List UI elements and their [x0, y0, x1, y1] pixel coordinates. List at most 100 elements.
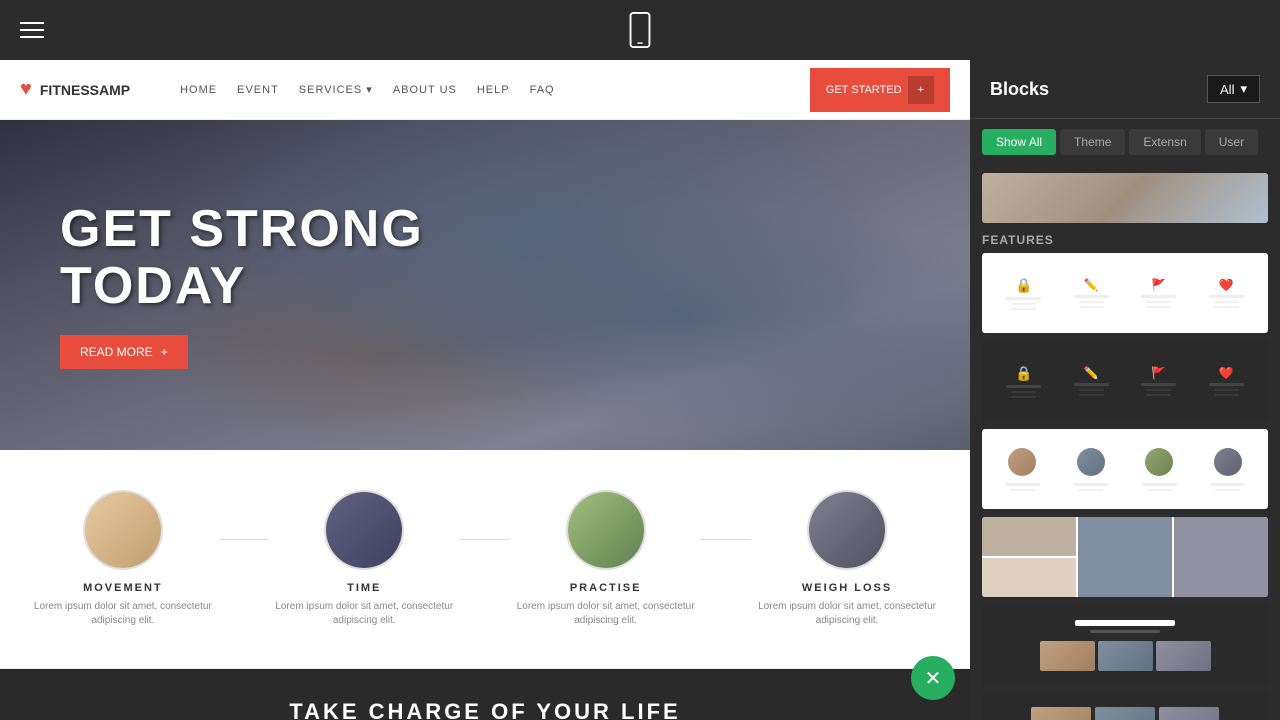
- panel-title: Blocks: [990, 79, 1049, 100]
- nav-event[interactable]: EVENT: [237, 84, 279, 96]
- bc-dark-line-4: [1209, 383, 1244, 386]
- top-block-image[interactable]: [982, 173, 1268, 223]
- bc-line-sm-3: [1079, 301, 1104, 303]
- hero-title-line1: GET STRONG: [60, 201, 424, 258]
- bc-line-sm-1: [1011, 303, 1036, 305]
- bc-takeover-small-3: [1156, 641, 1211, 671]
- tab-show-all[interactable]: Show All: [982, 129, 1056, 155]
- bc-dark-col-3: 🚩: [1141, 366, 1176, 396]
- bc-person-1: [1008, 448, 1036, 476]
- top-bar: [0, 0, 1280, 60]
- bc-person-sm-4: [1215, 489, 1240, 491]
- block-card-bottom[interactable]: [982, 693, 1268, 720]
- block-preview-images: [982, 517, 1268, 597]
- connector-2: [460, 539, 510, 540]
- bc-bottom-img-3: [1159, 707, 1219, 720]
- bc-col-2: ✏️: [1074, 278, 1109, 308]
- bc-dark-line-sm-4: [1079, 394, 1104, 396]
- bc-person-sm-1: [1010, 489, 1035, 491]
- tab-user[interactable]: User: [1205, 129, 1258, 155]
- bc-person-4: [1214, 448, 1242, 476]
- takeover-title: TAKE CHARGE OF YOUR LIFE: [20, 699, 950, 720]
- bc-dark-line-sm-5: [1146, 389, 1171, 391]
- right-panel: Blocks All ▾ Show All Theme Extensn User…: [970, 60, 1280, 720]
- feature-desc-3: Lorem ipsum dolor sit amet, consectetur …: [516, 600, 696, 628]
- feature-label-1: MOVEMENT: [83, 582, 163, 594]
- dropdown-arrow-icon: ▾: [1240, 81, 1247, 97]
- bc-person-line-3: [1142, 483, 1177, 486]
- bc-person-sm-2: [1078, 489, 1103, 491]
- practise-image: [568, 492, 644, 568]
- block-card-people[interactable]: [982, 429, 1268, 509]
- feature-label-2: TIME: [347, 582, 381, 594]
- bc-dark-line-3: [1141, 383, 1176, 386]
- nav-about[interactable]: ABOUT US: [393, 84, 457, 96]
- takeover-section: TAKE CHARGE OF YOUR LIFE: [0, 669, 970, 720]
- features-section: MOVEMENT Lorem ipsum dolor sit amet, con…: [0, 450, 970, 669]
- bc-line-4: [1209, 295, 1244, 298]
- get-started-button[interactable]: GET STARTED +: [810, 68, 950, 112]
- features-inner: MOVEMENT Lorem ipsum dolor sit amet, con…: [30, 490, 940, 628]
- close-fab-button[interactable]: ✕: [911, 656, 955, 700]
- block-preview-features-dark: 🔒 ✏️ 🚩: [982, 341, 1268, 421]
- site-logo: ♥ FITNESSAMP: [20, 78, 130, 101]
- bc-dark-icon-heart: ❤️: [1219, 366, 1234, 380]
- all-dropdown[interactable]: All ▾: [1207, 75, 1260, 103]
- bc-takeover-small-1: [1040, 641, 1095, 671]
- block-card-images[interactable]: [982, 517, 1268, 597]
- site-nav: ♥ FITNESSAMP HOME EVENT SERVICES ABOUT U…: [0, 60, 970, 120]
- hero-title: GET STRONG TODAY: [60, 201, 424, 315]
- bc-icon-heart: ❤️: [1219, 278, 1234, 292]
- bc-line-sm-7: [1214, 301, 1239, 303]
- nav-faq[interactable]: FAQ: [530, 84, 555, 96]
- phone-icon: [628, 12, 652, 48]
- read-more-label: READ MORE: [80, 345, 153, 359]
- tab-theme[interactable]: Theme: [1060, 129, 1125, 155]
- feature-circle-3: [566, 490, 646, 570]
- bc-takeover-img-row: [990, 641, 1260, 671]
- nav-home[interactable]: HOME: [180, 84, 217, 96]
- bc-dark-line-sm-1: [1011, 391, 1036, 393]
- feature-desc-2: Lorem ipsum dolor sit amet, consectetur …: [274, 600, 454, 628]
- bc-line-sm-5: [1146, 301, 1171, 303]
- hero-section: GET STRONG TODAY READ MORE +: [0, 120, 970, 450]
- bc-line-2: [1074, 295, 1109, 298]
- hamburger-icon[interactable]: [20, 22, 44, 38]
- feature-circle-1: [83, 490, 163, 570]
- bc-dark-icon-flag: 🚩: [1151, 366, 1166, 380]
- phone-icon-wrap: [628, 12, 652, 48]
- bc-line-sm-6: [1146, 306, 1171, 308]
- block-preview-features-white: 🔒 ✏️ 🚩: [982, 253, 1268, 333]
- bc-img-top-1: [982, 517, 1076, 556]
- bc-person-2: [1077, 448, 1105, 476]
- tab-extensn[interactable]: Extensn: [1129, 129, 1200, 155]
- canvas-area[interactable]: ♥ FITNESSAMP HOME EVENT SERVICES ABOUT U…: [0, 60, 970, 720]
- bc-line-sm-4: [1079, 306, 1104, 308]
- read-more-button[interactable]: READ MORE +: [60, 335, 188, 369]
- main-area: ♥ FITNESSAMP HOME EVENT SERVICES ABOUT U…: [0, 60, 1280, 720]
- bc-col-1: 🔒: [1006, 277, 1041, 310]
- feature-movement: MOVEMENT Lorem ipsum dolor sit amet, con…: [33, 490, 213, 628]
- bc-person-col-4: [1210, 448, 1245, 491]
- bc-person-line-1: [1005, 483, 1040, 486]
- panel-header: Blocks All ▾: [970, 60, 1280, 119]
- movement-image: [85, 492, 161, 568]
- feature-circle-2: [324, 490, 404, 570]
- bc-dark-line-sm-8: [1214, 394, 1239, 396]
- feature-label-3: PRACTISE: [570, 582, 642, 594]
- logo-heart-icon: ♥: [20, 78, 32, 101]
- nav-services[interactable]: SERVICES: [299, 83, 373, 96]
- block-card-takeover[interactable]: [982, 605, 1268, 685]
- hero-content: GET STRONG TODAY READ MORE +: [0, 161, 484, 409]
- features-section-label: Features: [982, 233, 1268, 247]
- block-card-features-dark[interactable]: 🔒 ✏️ 🚩: [982, 341, 1268, 421]
- bc-line-3: [1141, 295, 1176, 298]
- feature-desc-4: Lorem ipsum dolor sit amet, consectetur …: [757, 600, 937, 628]
- nav-help[interactable]: HELP: [477, 84, 510, 96]
- bc-person-col-3: [1142, 448, 1177, 491]
- block-card-features-white[interactable]: 🔒 ✏️ 🚩: [982, 253, 1268, 333]
- blocks-list[interactable]: Features 🔒 ✏️: [970, 165, 1280, 720]
- bc-dark-line-sm-7: [1214, 389, 1239, 391]
- block-preview-bottom: [982, 693, 1268, 720]
- logo-text: FITNESSAMP: [40, 82, 130, 98]
